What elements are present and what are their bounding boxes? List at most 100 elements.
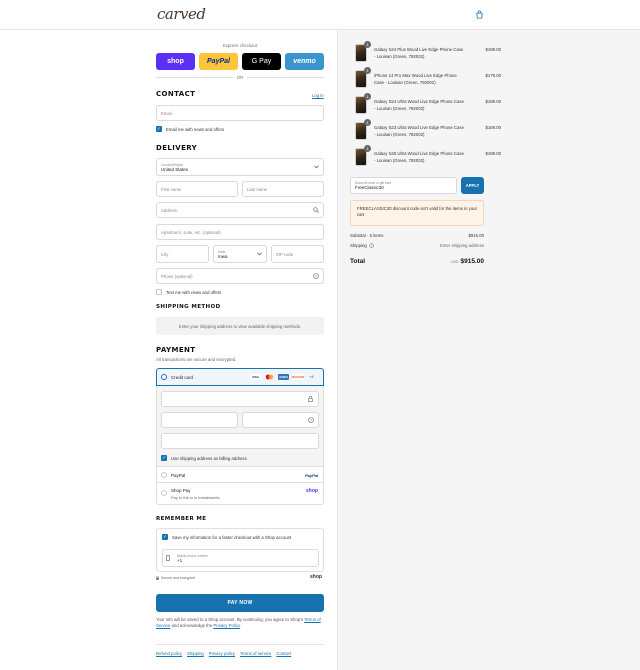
product-price: $179.00 [485,73,501,78]
footer-links: Refund policy Shipping Privacy policy Te… [156,651,291,656]
city-field[interactable]: City [156,245,209,263]
quantity-badge: 1 [364,41,371,48]
disclaimer-text: Your info will be saved to a Shop accoun… [156,617,304,622]
shipping-label: Shipping [350,243,367,248]
line-item: 1 Galaxy S23 Ultra Wood Live Edge Phone … [355,119,501,140]
paypal-radio[interactable] [161,472,167,478]
discover-logo: DISCOVER [291,374,305,380]
paypal-label: PayPal [207,58,230,65]
discount-error-banner: FREECLASSIC30 discount code isn't valid … [350,200,484,226]
credit-card-radio[interactable] [161,374,167,380]
pay-now-button[interactable]: PAY NOW [156,594,324,612]
subtotal-label: Subtotal · 5 items [350,233,384,238]
save-info-checkbox[interactable]: ✓ [162,534,168,540]
footer-link-privacy[interactable]: Privacy policy [209,651,235,656]
venmo-label: venmo [293,58,316,65]
text-news-row[interactable]: Text me with news and offers [156,289,221,295]
email-news-row[interactable]: ✓ Email me with news and offers [156,126,224,132]
mobile-phone-field[interactable]: Mobile phone number +1 [162,549,319,567]
footer-link-contact[interactable]: Contact [276,651,291,656]
email-news-checkbox[interactable]: ✓ [156,126,162,132]
paypal-logo: PayPal [305,473,319,478]
card-number-field[interactable] [161,391,319,407]
first-name-placeholder: First name [161,186,182,192]
shop-pay-button[interactable]: shop [156,53,195,70]
product-image-wrap: 1 [355,67,371,88]
more-cards-label: +4 [309,374,314,379]
zip-field[interactable]: ZIP code [271,245,324,263]
svg-text:?: ? [370,244,372,248]
phone-placeholder: Phone (optional) [161,273,193,279]
footer-link-shipping[interactable]: Shipping [187,651,204,656]
paypal-button[interactable]: PayPal [199,53,238,70]
text-news-label: Text me with news and offers [166,289,222,295]
shipping-method-placeholder: Enter your shipping address to view avai… [156,317,324,335]
text-news-checkbox[interactable] [156,289,162,295]
quantity-badge: 1 [364,145,371,152]
total-label: Total [350,258,366,265]
product-price: $189.00 [485,47,501,52]
product-price: $169.00 [485,125,501,130]
credit-card-label: Credit card [171,375,194,380]
city-placeholder: City [161,251,169,257]
product-image-wrap: 1 [355,145,371,166]
payment-subtitle: All transactions are secure and encrypte… [156,357,237,362]
quantity-badge: 1 [364,67,371,74]
shipping-row: Shipping ? [350,243,374,248]
help-icon[interactable]: ? [368,243,374,248]
billing-address-checkbox[interactable]: ✓ [161,455,167,461]
apartment-field[interactable]: Apartment, suite, etc. (optional) [156,224,324,240]
last-name-placeholder: Last name [247,186,268,192]
save-info-row[interactable]: ✓ Save my information for a faster check… [162,534,291,540]
billing-address-row[interactable]: ✓ Use shipping address as billing addres… [161,455,247,461]
discount-code-field[interactable]: Discount code or gift card FreeClassic30 [350,177,457,194]
shop-pay-option[interactable] [156,483,324,505]
product-price: $189.00 [485,151,501,156]
apply-label: APPLY [465,183,480,188]
product-name: Galaxy S24 Plus Wood Live Edge Phone Cas… [374,47,464,59]
discount-code-value: FreeClassic30 [355,185,384,190]
expiration-field[interactable] [161,412,238,428]
address-placeholder: Address [161,207,177,213]
quantity-badge: 1 [364,119,371,126]
help-icon[interactable]: ? [308,417,314,423]
or-divider: OR [156,74,325,80]
site-header: carved [0,0,640,30]
product-name: iPhone 14 Pro Max Wood Live Edge Phone C… [374,73,457,85]
help-icon[interactable]: ? [313,273,319,279]
delivery-title: DELIVERY [156,144,198,152]
apply-discount-button[interactable]: APPLY [461,177,484,194]
google-pay-label: G Pay [251,58,272,65]
login-link[interactable]: Log in [312,93,324,98]
chevron-down-icon [257,252,262,256]
zip-placeholder: ZIP code [276,251,294,257]
google-pay-button[interactable]: G Pay [242,53,281,70]
name-on-card-field[interactable] [161,433,319,449]
last-name-field[interactable]: Last name [242,181,324,197]
product-name: Galaxy S23 Ultra Wood Live Edge Phone Ca… [374,125,464,137]
lock-icon [156,576,159,580]
lock-icon [308,396,313,402]
first-name-field[interactable]: First name [156,181,238,197]
product-image-wrap: 1 [355,119,371,140]
currency-label: USD [451,260,459,264]
address-field[interactable]: Address [156,202,324,218]
footer-link-terms[interactable]: Terms of service [240,651,271,656]
state-select-value: Iowa [218,253,228,259]
pay-now-label: PAY NOW [227,600,253,606]
shop-pay-radio[interactable] [161,490,167,496]
visa-logo: VISA [250,374,261,380]
shopping-bag-icon[interactable] [475,10,484,19]
phone-field[interactable]: Phone (optional) [156,268,324,284]
remember-me-title: REMEMBER ME [156,516,207,522]
product-price: $189.00 [485,99,501,104]
shipping-method-title: SHIPPING METHOD [156,304,221,310]
country-select[interactable]: Country/Region United States [156,158,324,176]
privacy-link[interactable]: Privacy Policy [213,623,239,628]
email-field[interactable]: Email [156,105,324,121]
brand-logo[interactable]: carved [157,5,206,23]
venmo-button[interactable]: venmo [285,53,324,70]
country-select-value: United States [161,166,189,172]
shop-disclaimer: Your info will be saved to a Shop accoun… [156,617,324,629]
footer-link-refund[interactable]: Refund policy [156,651,182,656]
